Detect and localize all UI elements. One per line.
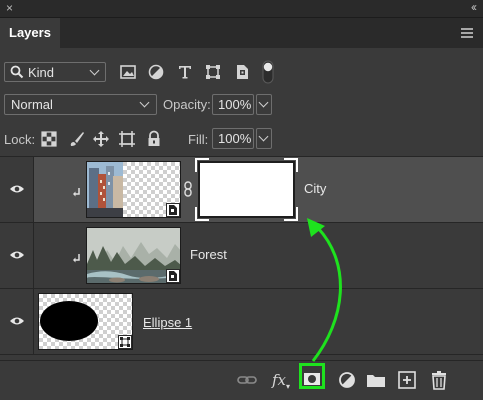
filter-kind-label: Kind — [28, 65, 55, 80]
fill-input[interactable]: 100% — [212, 128, 254, 149]
clipping-arrow-icon — [73, 188, 80, 197]
visibility-column — [0, 157, 34, 222]
smart-object-badge-icon — [166, 203, 180, 217]
adjustment-filter-icon[interactable] — [148, 64, 164, 80]
lock-transparent-pixels-icon[interactable] — [40, 130, 58, 148]
layer-row-forest[interactable]: Forest — [0, 223, 483, 289]
chevron-down-icon — [258, 97, 269, 108]
blend-mode-dropdown[interactable]: Normal — [4, 94, 157, 115]
lock-artboard-icon[interactable] — [118, 130, 136, 148]
visibility-column — [0, 223, 34, 288]
fill-label: Fill: — [188, 132, 209, 147]
lock-all-icon[interactable] — [145, 130, 163, 148]
chevron-down-icon — [258, 131, 269, 142]
fill-slider-button[interactable] — [256, 128, 272, 149]
layer-name[interactable]: City — [304, 181, 326, 196]
opacity-label: Opacity: — [163, 97, 211, 112]
new-group-icon[interactable] — [365, 369, 387, 391]
filter-toggle-icon[interactable] — [262, 60, 274, 84]
blend-mode-label: Normal — [11, 97, 53, 112]
mask-link-icon[interactable] — [183, 181, 193, 197]
tab-layers[interactable]: Layers — [0, 18, 60, 48]
layers-bottom-toolbar: fx▾ — [0, 360, 483, 400]
layer-row-city[interactable]: City — [0, 157, 483, 223]
close-panel-icon[interactable]: × — [6, 1, 13, 15]
eye-icon[interactable] — [9, 184, 25, 194]
clipping-arrow-icon — [73, 254, 80, 263]
filter-kind-dropdown[interactable]: Kind — [4, 62, 106, 82]
search-icon — [10, 65, 24, 82]
eye-icon[interactable] — [9, 316, 25, 326]
mask-button-highlight — [299, 363, 325, 389]
opacity-slider-button[interactable] — [256, 94, 272, 115]
link-layers-icon[interactable] — [236, 369, 258, 391]
opacity-input[interactable]: 100% — [212, 94, 254, 115]
layer-name[interactable]: Forest — [190, 247, 227, 262]
new-adjustment-layer-icon[interactable] — [336, 369, 358, 391]
collapse-panel-icon[interactable]: ‹‹ — [471, 0, 477, 14]
panel-tab-row: Layers — [0, 18, 483, 48]
delete-layer-icon[interactable] — [428, 369, 450, 391]
new-layer-icon[interactable] — [396, 369, 418, 391]
fx-icon[interactable]: fx▾ — [272, 371, 290, 391]
lock-label: Lock: — [4, 132, 36, 147]
layer-mask-thumbnail[interactable] — [195, 158, 298, 221]
layer-row-ellipse-1[interactable]: Ellipse 1 — [0, 289, 483, 355]
type-filter-icon[interactable] — [177, 64, 193, 80]
smart-object-filter-icon[interactable] — [234, 64, 250, 80]
layer-thumbnail[interactable] — [86, 227, 181, 284]
visibility-column — [0, 289, 34, 354]
layer-thumbnail[interactable] — [86, 161, 181, 218]
layer-name[interactable]: Ellipse 1 — [143, 315, 192, 330]
layer-thumbnail[interactable] — [38, 293, 133, 350]
shape-badge-icon — [118, 335, 132, 349]
chevron-down-icon — [89, 65, 100, 76]
eye-icon[interactable] — [9, 250, 25, 260]
layers-panel: Kind Normal Opacity: 100% Lock: Fill: 10… — [0, 48, 483, 400]
shape-filter-icon[interactable] — [205, 64, 221, 80]
lock-position-icon[interactable] — [92, 130, 110, 148]
fx-label: fx — [272, 371, 287, 389]
panel-menu-icon[interactable] — [461, 28, 473, 38]
chevron-down-icon — [139, 97, 150, 108]
panel-title-strip: × ‹‹ — [0, 0, 483, 18]
image-filter-icon[interactable] — [120, 64, 136, 80]
lock-image-pixels-icon[interactable] — [68, 130, 86, 148]
smart-object-badge-icon — [166, 269, 180, 283]
